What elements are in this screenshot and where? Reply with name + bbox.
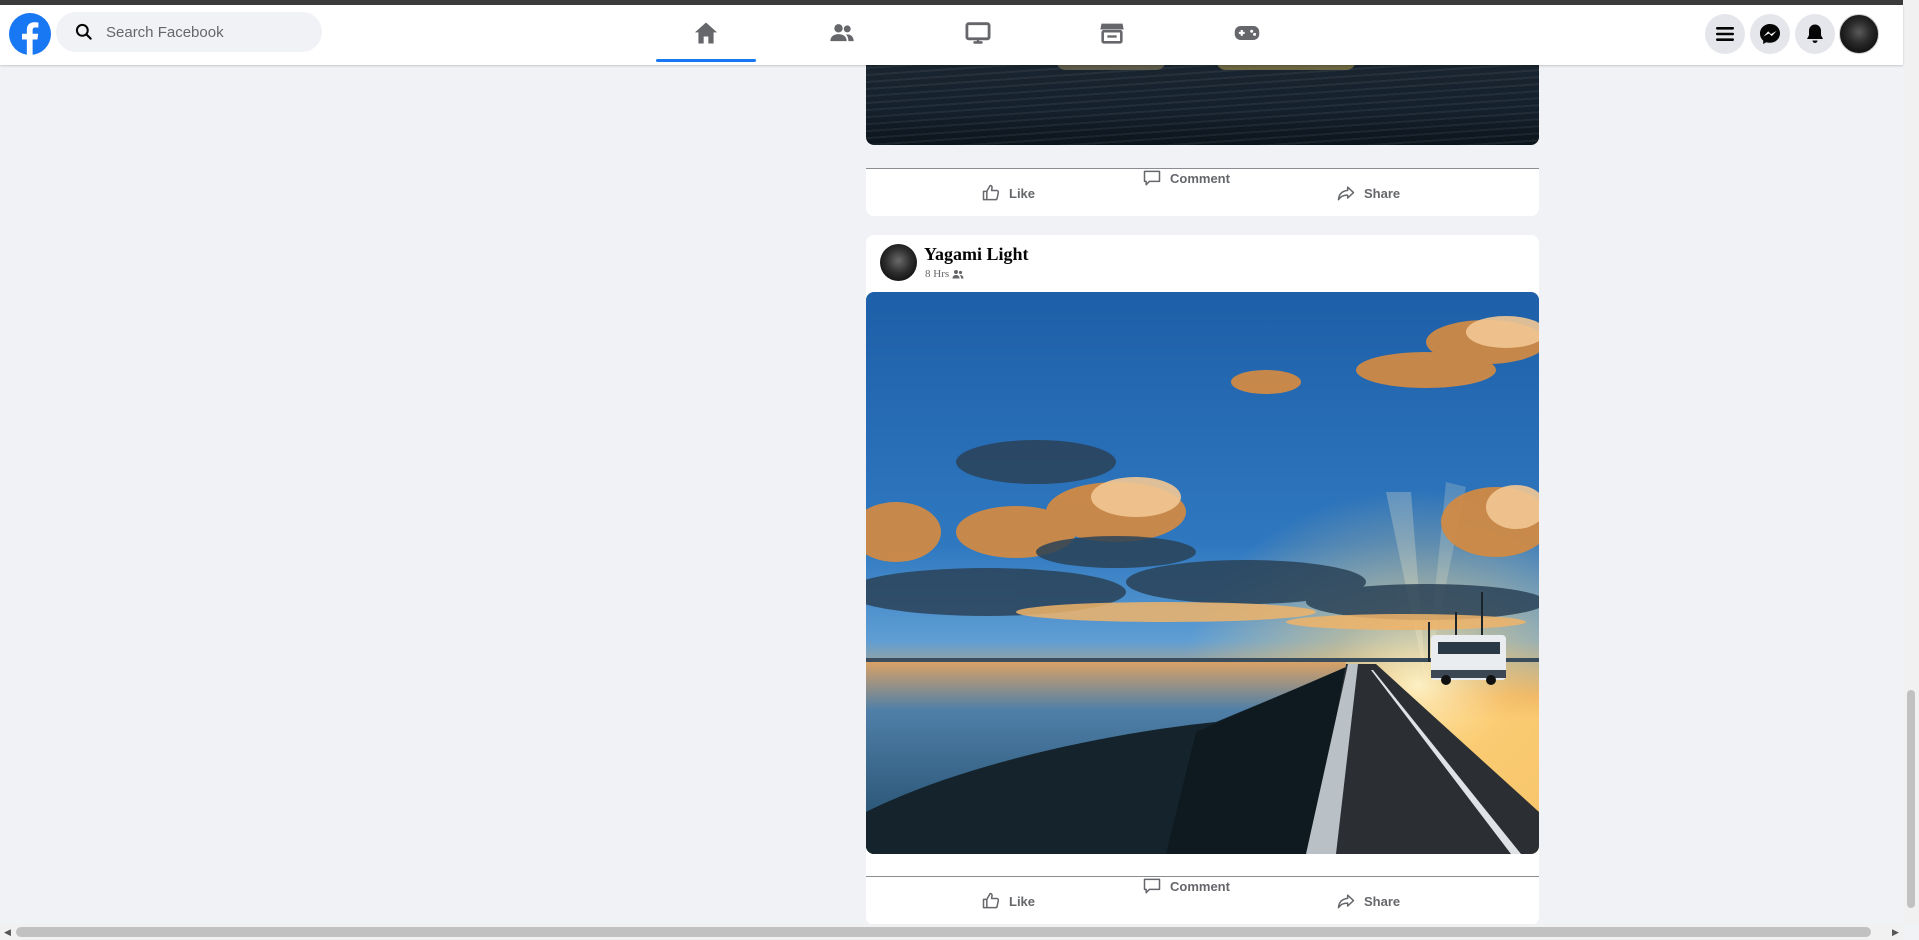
sunset-landscape-image	[866, 292, 1539, 854]
like-label: Like	[1009, 893, 1036, 909]
post-photo[interactable]	[866, 292, 1539, 854]
tab-gaming[interactable]	[1197, 5, 1297, 61]
scroll-left-icon[interactable]: ◀	[4, 927, 11, 938]
notifications-button[interactable]	[1795, 14, 1835, 54]
search-icon	[75, 23, 92, 40]
author-name[interactable]: Yagami Light	[924, 244, 1029, 265]
share-button[interactable]: Share	[1336, 891, 1400, 911]
facebook-logo-icon[interactable]	[9, 13, 51, 55]
scroll-right-icon[interactable]: ▶	[1892, 927, 1899, 938]
watch-icon	[965, 22, 991, 44]
vertical-scrollbar[interactable]	[1903, 0, 1919, 924]
comment-label: Comment	[1170, 878, 1230, 894]
post-card: Like Comment Share	[866, 168, 1539, 216]
comment-icon	[1143, 170, 1161, 186]
friends-icon	[952, 270, 964, 279]
share-label: Share	[1364, 185, 1401, 201]
top-navbar	[0, 5, 1903, 65]
author-avatar[interactable]	[880, 244, 917, 281]
share-button[interactable]: Share	[1336, 183, 1400, 203]
comment-button[interactable]: Comment	[1142, 168, 1230, 188]
comment-label: Comment	[1170, 170, 1230, 186]
comment-icon	[1143, 878, 1161, 894]
marketplace-icon	[1100, 23, 1124, 44]
scrollbar-thumb[interactable]	[1907, 690, 1915, 908]
messenger-button[interactable]	[1750, 14, 1790, 54]
comment-button[interactable]: Comment	[1142, 876, 1230, 896]
like-button[interactable]: Like	[981, 891, 1035, 911]
share-icon	[1337, 186, 1355, 201]
post-actions: Like Comment Share	[866, 878, 1539, 924]
post-timestamp: 8 Hrs	[925, 268, 964, 280]
avatar[interactable]	[1839, 14, 1879, 54]
share-icon	[1337, 894, 1355, 909]
bell-icon	[1807, 24, 1823, 43]
gaming-icon	[1234, 26, 1260, 40]
scrollbar-thumb[interactable]	[16, 927, 1871, 937]
post-actions: Like Comment Share	[866, 170, 1539, 216]
horizontal-scrollbar[interactable]: ◀ ▶	[0, 924, 1903, 940]
post-time-text[interactable]: 8 Hrs	[925, 268, 949, 280]
search-input[interactable]	[104, 22, 308, 42]
search-bar[interactable]	[56, 12, 322, 52]
messenger-icon	[1760, 24, 1780, 44]
thumbs-up-icon	[982, 892, 1000, 909]
menu-icon	[1716, 27, 1734, 41]
tab-friends[interactable]	[792, 5, 892, 61]
post-photo[interactable]	[866, 60, 1539, 145]
tab-marketplace[interactable]	[1062, 5, 1162, 61]
share-label: Share	[1364, 893, 1401, 909]
tab-home[interactable]	[656, 5, 756, 62]
menu-button[interactable]	[1705, 14, 1745, 54]
like-button[interactable]: Like	[981, 183, 1035, 203]
tab-watch[interactable]	[928, 5, 1028, 61]
friends-icon	[830, 24, 854, 42]
home-icon	[694, 22, 718, 44]
like-label: Like	[1009, 185, 1036, 201]
thumbs-up-icon	[982, 184, 1000, 201]
